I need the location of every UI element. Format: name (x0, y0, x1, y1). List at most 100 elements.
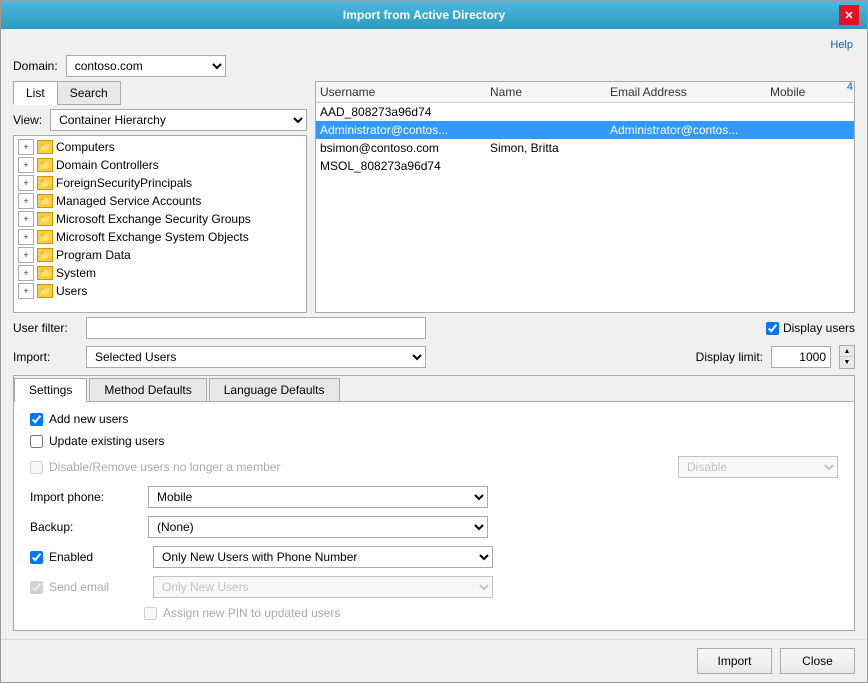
user-email-bsimon (610, 141, 770, 155)
tree-expander-msa[interactable]: + (18, 193, 34, 209)
settings-tabs: Settings Method Defaults Language Defaul… (14, 376, 854, 402)
user-table-header: Username Name Email Address Mobile (316, 82, 854, 103)
folder-icon-users: 📁 (37, 284, 53, 298)
tree-label-dc: Domain Controllers (56, 158, 159, 172)
update-existing-label: Update existing users (49, 434, 164, 448)
help-link[interactable]: Help (830, 39, 855, 51)
tree-label-fsp: ForeignSecurityPrincipals (56, 176, 192, 190)
enabled-checkbox[interactable] (30, 551, 43, 564)
settings-panel: Settings Method Defaults Language Defaul… (13, 375, 855, 631)
tree-item-meso[interactable]: + 📁 Microsoft Exchange System Objects (14, 228, 306, 246)
close-icon[interactable]: ✕ (839, 5, 859, 25)
tree-item-system[interactable]: + 📁 System (14, 264, 306, 282)
dialog-title: Import from Active Directory (9, 8, 839, 22)
view-select[interactable]: Container Hierarchy (50, 109, 307, 131)
display-limit-input[interactable] (771, 346, 831, 368)
user-row-aad[interactable]: AAD_808273a96d74 (316, 103, 854, 121)
user-mobile-msol (770, 159, 850, 173)
import-row: Import: Selected Users Display limit: ▲ … (13, 345, 855, 369)
filter-input[interactable] (86, 317, 426, 339)
backup-select[interactable]: (None) (148, 516, 488, 538)
user-email-msol (610, 159, 770, 173)
user-table-body: AAD_808273a96d74 Administrator@contos...… (316, 103, 854, 312)
disable-remove-checkbox (30, 461, 43, 474)
tree-item-computers[interactable]: + 📁 Computers (14, 138, 306, 156)
enabled-select[interactable]: Only New Users with Phone Number (153, 546, 493, 568)
display-users-checkbox[interactable] (766, 322, 779, 335)
domain-row: Domain: contoso.com (13, 55, 855, 77)
send-email-select: Only New Users (153, 576, 493, 598)
tree-expander-users[interactable]: + (18, 283, 34, 299)
view-row: View: Container Hierarchy (13, 109, 307, 131)
add-new-users-checkbox[interactable] (30, 413, 43, 426)
tree-expander-pd[interactable]: + (18, 247, 34, 263)
user-email-aad (610, 105, 770, 119)
tree-item-fsp[interactable]: + 📁 ForeignSecurityPrincipals (14, 174, 306, 192)
tree-item-mesg[interactable]: + 📁 Microsoft Exchange Security Groups (14, 210, 306, 228)
tree-expander-dc[interactable]: + (18, 157, 34, 173)
tree-item-msa[interactable]: + 📁 Managed Service Accounts (14, 192, 306, 210)
tree-expander-mesg[interactable]: + (18, 211, 34, 227)
tree-item-users[interactable]: + 📁 Users (14, 282, 306, 300)
user-username-aad: AAD_808273a96d74 (320, 105, 490, 119)
settings-tab-method[interactable]: Method Defaults (89, 378, 206, 401)
tree-expander-fsp[interactable]: + (18, 175, 34, 191)
settings-tab-language[interactable]: Language Defaults (209, 378, 340, 401)
user-row-bsimon[interactable]: bsimon@contoso.com Simon, Britta (316, 139, 854, 157)
spinner-down[interactable]: ▼ (840, 357, 854, 368)
tree-label-msa: Managed Service Accounts (56, 194, 201, 208)
assign-pin-checkbox (144, 607, 157, 620)
user-mobile-bsimon (770, 141, 850, 155)
close-button[interactable]: Close (780, 648, 855, 674)
send-email-label: Send email (49, 580, 147, 594)
folder-icon-pd: 📁 (37, 248, 53, 262)
tree-label-users: Users (56, 284, 87, 298)
add-new-users-row: Add new users (30, 412, 838, 426)
folder-icon-dc: 📁 (37, 158, 53, 172)
user-name-admin (490, 123, 610, 137)
tree-expander-meso[interactable]: + (18, 229, 34, 245)
tree-label-meso: Microsoft Exchange System Objects (56, 230, 249, 244)
col-email: Email Address (610, 85, 770, 99)
bottom-section: User filter: Display users Import: Selec… (13, 317, 855, 631)
tree-container[interactable]: + 📁 Computers + 📁 Domain Controllers + 📁… (13, 135, 307, 313)
domain-select[interactable]: contoso.com (66, 55, 226, 77)
assign-pin-row: Assign new PIN to updated users (30, 606, 838, 620)
settings-content: Add new users Update existing users Disa… (14, 402, 854, 630)
import-phone-select[interactable]: Mobile (148, 486, 488, 508)
user-username-admin: Administrator@contos... (320, 123, 490, 137)
user-row-admin[interactable]: Administrator@contos... Administrator@co… (316, 121, 854, 139)
tree-item-dc[interactable]: + 📁 Domain Controllers (14, 156, 306, 174)
folder-icon-mesg: 📁 (37, 212, 53, 226)
spinner-up[interactable]: ▲ (840, 346, 854, 357)
left-panel: List Search View: Container Hierarchy + … (13, 81, 307, 313)
import-select[interactable]: Selected Users (86, 346, 426, 368)
dialog: Import from Active Directory ✕ Help Doma… (0, 0, 868, 683)
enabled-row: Enabled Only New Users with Phone Number (30, 546, 838, 568)
settings-tab-settings[interactable]: Settings (14, 378, 87, 402)
folder-icon-computers: 📁 (37, 140, 53, 154)
user-name-bsimon: Simon, Britta (490, 141, 610, 155)
tab-search[interactable]: Search (57, 81, 121, 105)
col-name: Name (490, 85, 610, 99)
user-name-aad (490, 105, 610, 119)
user-row-msol[interactable]: MSOL_808273a96d74 (316, 157, 854, 175)
update-existing-checkbox[interactable] (30, 435, 43, 448)
user-email-admin: Administrator@contos... (610, 123, 770, 137)
page-number: 4 (847, 81, 853, 93)
tree-expander-computers[interactable]: + (18, 139, 34, 155)
view-label: View: (13, 113, 42, 127)
import-button[interactable]: Import (697, 648, 772, 674)
user-mobile-aad (770, 105, 850, 119)
tab-list[interactable]: List (13, 81, 57, 105)
tree-expander-system[interactable]: + (18, 265, 34, 281)
help-link-container: Help (13, 37, 855, 51)
display-users-label: Display users (783, 321, 855, 335)
display-users-check: Display users (766, 321, 855, 335)
backup-row: Backup: (None) (30, 516, 838, 538)
tree-item-pd[interactable]: + 📁 Program Data (14, 246, 306, 264)
col-mobile: Mobile (770, 85, 850, 99)
send-email-checkbox (30, 581, 43, 594)
send-email-row: Send email Only New Users (30, 576, 838, 598)
disable-remove-row: Disable/Remove users no longer a member … (30, 456, 838, 478)
